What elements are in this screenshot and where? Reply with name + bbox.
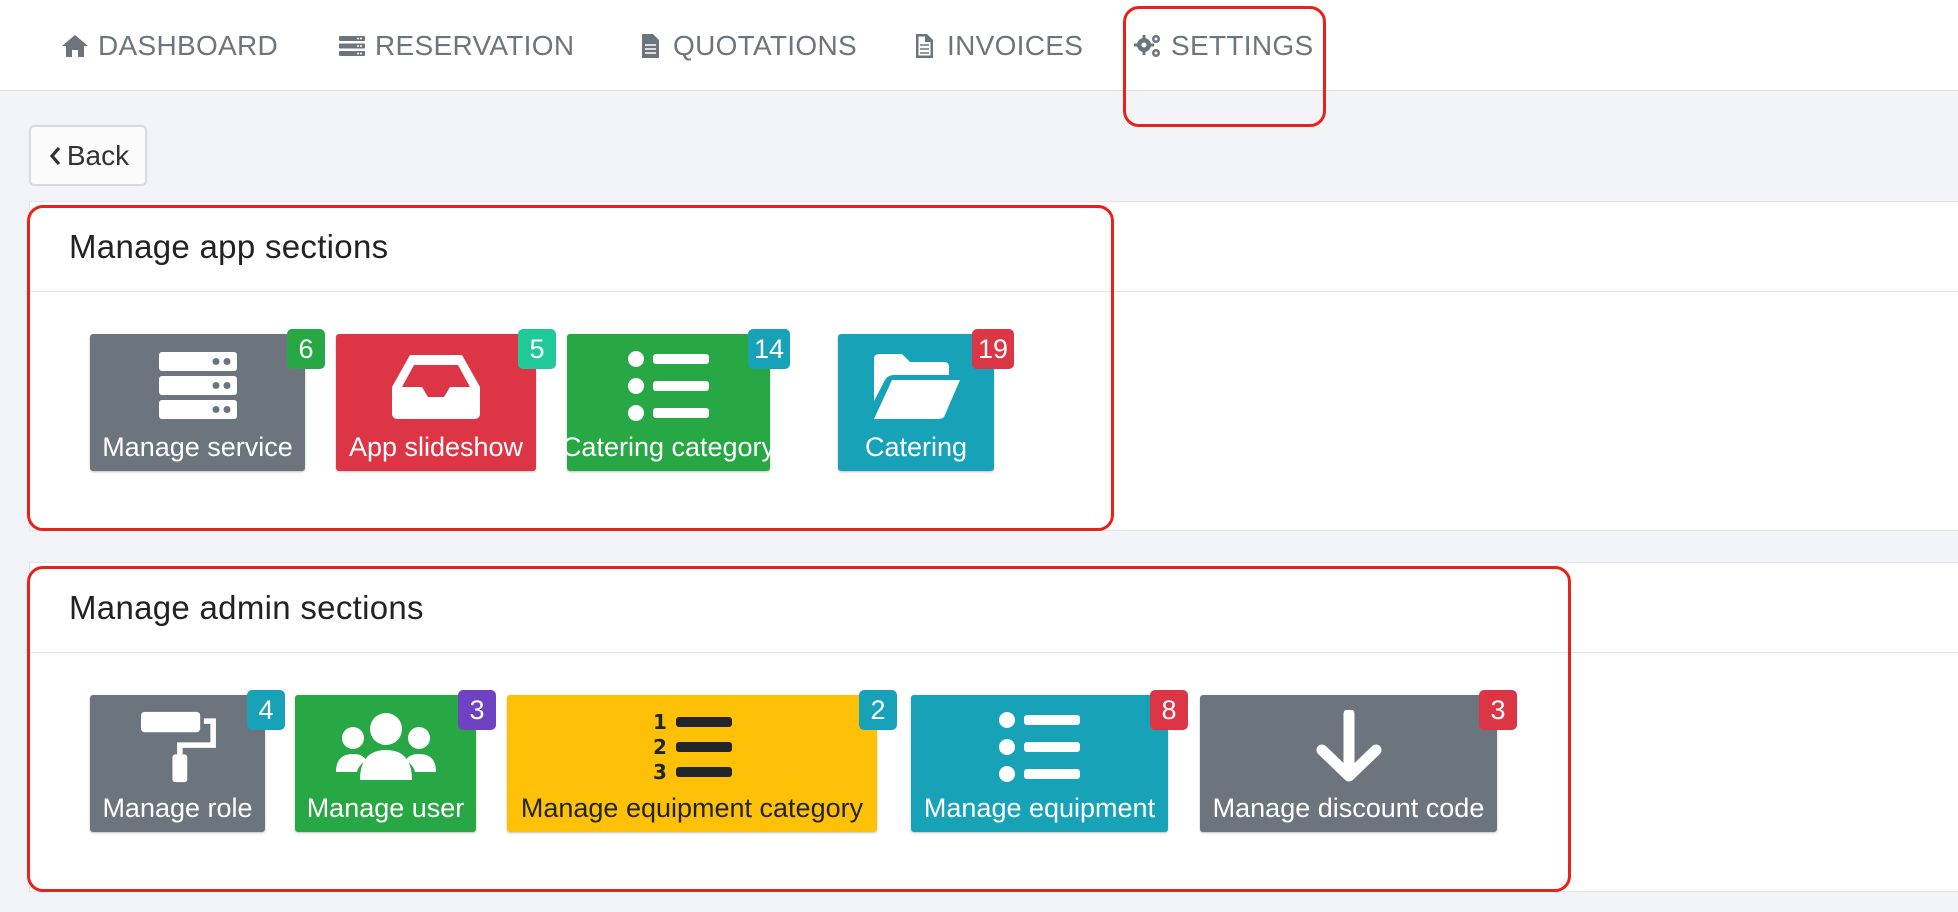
nav-item-quotations[interactable]: QUOTATIONS: [635, 0, 857, 91]
svg-text:1: 1: [653, 710, 667, 734]
nav-item-label: RESERVATION: [375, 29, 575, 61]
nav-item-label: INVOICES: [947, 29, 1084, 61]
gears-icon: [1134, 34, 1160, 57]
count-badge: 3: [1479, 690, 1517, 730]
users-icon: [335, 713, 436, 780]
arrow-down-icon: [1316, 710, 1381, 782]
nav-item-label: DASHBOARD: [98, 29, 279, 61]
app-sections-card: Manage app sections Manage service 6 App…: [29, 201, 1958, 531]
server-icon: [158, 352, 237, 419]
inbox-icon: [392, 355, 480, 419]
file-text-icon: [916, 33, 933, 58]
svg-text:2: 2: [653, 735, 667, 759]
paint-roller-icon: [140, 711, 216, 783]
list-icon: [998, 712, 1080, 782]
chevron-left-icon: [49, 146, 61, 165]
tile-label: Catering: [864, 432, 968, 462]
nav-item-reservation[interactable]: RESERVATION: [337, 0, 574, 91]
count-badge: 4: [247, 690, 285, 730]
app-sections-title: Manage app sections: [30, 202, 1958, 292]
nav-item-settings[interactable]: SETTINGS: [1133, 0, 1313, 91]
nav-item-label: SETTINGS: [1171, 29, 1314, 61]
tile-label: Manage user: [306, 793, 465, 823]
list-icon: [627, 351, 709, 421]
tile-manage-discount-code[interactable]: Manage discount code 3: [1200, 690, 1517, 832]
count-badge: 8: [1150, 690, 1188, 730]
count-badge: 2: [859, 690, 897, 730]
list-ol-icon: 1 2 3: [653, 710, 732, 784]
nav-item-invoices[interactable]: INVOICES: [909, 0, 1083, 91]
tile-catering[interactable]: Catering 19: [838, 329, 1014, 471]
tile-label: Manage role: [102, 793, 253, 823]
admin-sections-card: Manage admin sections Manage role 4 Mana…: [29, 562, 1958, 892]
server-icon: [339, 35, 365, 56]
tile-manage-role[interactable]: Manage role 4: [90, 690, 285, 832]
count-badge: 6: [287, 329, 325, 369]
tile-label: Manage discount code: [1212, 793, 1485, 823]
count-badge: 5: [518, 329, 556, 369]
admin-sections-title: Manage admin sections: [30, 563, 1958, 653]
tile-manage-service[interactable]: Manage service 6: [90, 329, 325, 471]
tile-label: Manage equipment: [923, 793, 1156, 823]
file-icon: [642, 33, 659, 58]
tile-manage-equipment-category[interactable]: 1 2 3 Manage equipment category 2: [507, 690, 897, 832]
count-badge: 19: [971, 329, 1014, 369]
tile-label: Manage service: [102, 432, 293, 462]
tile-label: App slideshow: [348, 432, 524, 462]
folder-open-icon: [874, 354, 960, 419]
home-icon: [62, 34, 88, 57]
tile-manage-equipment[interactable]: Manage equipment 8: [911, 690, 1188, 832]
svg-text:3: 3: [653, 760, 667, 784]
tile-manage-user[interactable]: Manage user 3: [295, 690, 496, 832]
tile-label: Manage equipment category: [520, 793, 864, 823]
nav-item-label: QUOTATIONS: [673, 29, 857, 61]
nav-item-dashboard[interactable]: DASHBOARD: [60, 0, 278, 91]
top-navigation: DASHBOARD RESERVATION QUOTATIONS INVOICE…: [0, 0, 1958, 91]
tile-label: Catering category: [561, 432, 776, 462]
count-badge: 14: [747, 329, 790, 369]
count-badge: 3: [458, 690, 496, 730]
back-button-label: Back: [66, 139, 130, 171]
back-button[interactable]: Back: [29, 125, 147, 186]
tile-catering-category[interactable]: Catering category 14: [562, 329, 790, 471]
tile-app-slideshow[interactable]: App slideshow 5: [336, 329, 556, 471]
